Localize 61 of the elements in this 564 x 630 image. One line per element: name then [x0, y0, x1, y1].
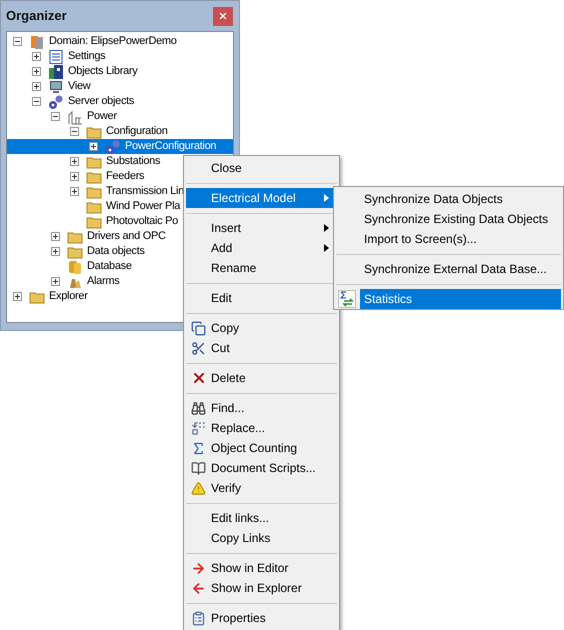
tree-item[interactable]: Objects Library — [7, 64, 233, 79]
tree-item[interactable]: View — [7, 79, 233, 94]
menu-item[interactable]: Find... — [186, 398, 337, 418]
tree-item[interactable]: Configuration — [7, 124, 233, 139]
library-icon — [48, 64, 64, 80]
menu-item[interactable]: Document Scripts... — [186, 458, 337, 478]
menu-item[interactable]: Synchronize Data Objects — [360, 189, 561, 209]
expand-icon[interactable] — [70, 157, 79, 166]
menu-item[interactable]: Close — [186, 158, 337, 178]
menu-item[interactable]: Delete — [186, 368, 337, 388]
sigma-icon — [191, 440, 206, 456]
menu-item[interactable]: Edit — [186, 288, 337, 308]
expand-icon[interactable] — [51, 232, 60, 241]
collapse-icon[interactable] — [32, 97, 41, 106]
arrow-right-icon — [191, 560, 206, 576]
menu-item[interactable]: Show in Explorer — [186, 578, 337, 598]
menu-item[interactable]: Edit links... — [186, 508, 337, 528]
expand-icon[interactable] — [89, 142, 98, 151]
menu-item[interactable]: Insert — [186, 218, 337, 238]
tree-item[interactable]: Power — [7, 109, 233, 124]
expand-icon[interactable] — [70, 172, 79, 181]
expand-icon[interactable] — [13, 292, 22, 301]
tree-item[interactable]: PowerConfiguration — [7, 139, 233, 154]
menu-item[interactable]: Synchronize External Data Base... — [360, 259, 561, 279]
expand-icon[interactable] — [51, 277, 60, 286]
menu-item[interactable]: Statistics — [360, 289, 561, 309]
menu-item[interactable]: Properties — [186, 608, 337, 628]
menu-item[interactable]: Show in Editor — [186, 558, 337, 578]
database-icon — [67, 258, 83, 274]
menu-item[interactable]: Copy — [186, 318, 337, 338]
menu-item[interactable]: Replace... — [186, 418, 337, 438]
binoculars-icon — [191, 400, 206, 416]
tree-item[interactable]: Server objects — [7, 94, 233, 109]
tree-item[interactable]: Domain: ElipsePowerDemo — [7, 34, 233, 49]
expand-icon[interactable] — [51, 247, 60, 256]
expand-icon[interactable] — [32, 82, 41, 91]
replace-icon — [191, 420, 206, 436]
menu-item[interactable]: Copy Links — [186, 528, 337, 548]
warning-icon — [191, 480, 206, 496]
menu-item[interactable]: Cut — [186, 338, 337, 358]
collapse-icon[interactable] — [51, 112, 60, 121]
expand-icon[interactable] — [32, 52, 41, 61]
properties-icon — [191, 610, 206, 626]
monitor-icon — [48, 78, 64, 94]
tree-item[interactable]: Settings — [7, 49, 233, 64]
copy-icon — [191, 320, 206, 336]
collapse-icon[interactable] — [13, 37, 22, 46]
expand-icon[interactable] — [32, 67, 41, 76]
menu-item[interactable]: Verify — [186, 478, 337, 498]
scissors-icon — [191, 340, 206, 356]
book-icon — [191, 460, 206, 476]
close-icon — [218, 11, 228, 21]
menu-item[interactable]: Synchronize Existing Data Objects — [360, 209, 561, 229]
expand-icon[interactable] — [70, 187, 79, 196]
collapse-icon[interactable] — [70, 127, 79, 136]
menu-item[interactable]: Object Counting — [186, 438, 337, 458]
panel-title: Organizer — [6, 7, 67, 26]
list-icon — [48, 48, 64, 64]
menu-item[interactable]: Import to Screen(s)... — [360, 229, 561, 249]
close-button[interactable] — [213, 6, 233, 26]
menu-item[interactable]: Add — [186, 238, 337, 258]
